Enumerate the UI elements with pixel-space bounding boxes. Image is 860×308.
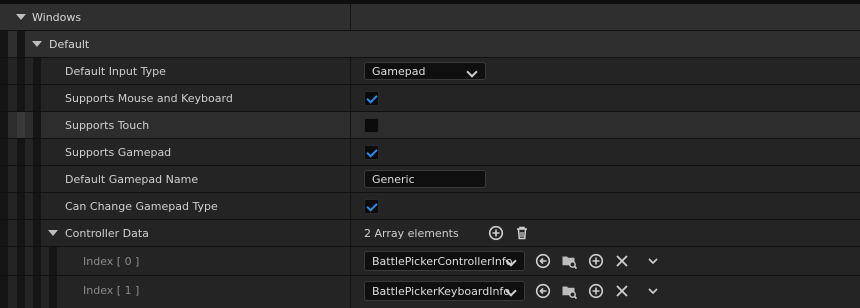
supports-gamepad-checkbox[interactable]: [364, 145, 379, 160]
remove-icon[interactable]: [613, 282, 631, 300]
property-label: Can Change Gamepad Type: [65, 200, 218, 213]
property-row-supports-touch: Supports Touch: [0, 111, 860, 138]
dropdown-value: BattlePickerControllerInfo: [372, 255, 513, 268]
column-divider[interactable]: [350, 193, 351, 219]
category-title: Default: [49, 38, 90, 51]
indent-rail: [17, 247, 25, 275]
indent-rail: [17, 58, 25, 84]
indent-rail: [33, 139, 41, 165]
indent-rail: [33, 58, 41, 84]
column-divider[interactable]: [350, 220, 351, 246]
collapse-arrow-icon[interactable]: [48, 230, 58, 236]
indent-rail: [17, 220, 25, 246]
indent-rail: [33, 193, 41, 219]
property-label: Controller Data: [65, 227, 149, 240]
column-divider[interactable]: [350, 247, 351, 275]
indent-rail: [0, 139, 8, 165]
delete-all-icon[interactable]: [513, 224, 531, 242]
default-input-type-dropdown[interactable]: Gamepad: [364, 62, 486, 80]
column-divider[interactable]: [350, 85, 351, 111]
indent-rail: [17, 166, 25, 192]
category-header-default[interactable]: Default: [0, 30, 860, 57]
indent-rail: [33, 85, 41, 111]
indent-rail: [17, 276, 25, 308]
indent-rail: [17, 112, 25, 138]
default-gamepad-name-input[interactable]: Generic: [364, 170, 486, 188]
property-row-supports-mouse-keyboard: Supports Mouse and Keyboard: [0, 84, 860, 111]
array-element-class-dropdown[interactable]: BattlePickerKeyboardInfo: [364, 281, 525, 301]
insert-icon[interactable]: [587, 252, 605, 270]
chevron-down-icon: [466, 66, 478, 78]
add-element-icon[interactable]: [487, 224, 505, 242]
array-element-row: Index [ 1 ] BattlePickerKeyboardInfo: [0, 275, 860, 308]
array-element-row: Index [ 0 ] BattlePickerControllerInfo: [0, 246, 860, 275]
dropdown-value: BattlePickerKeyboardInfo: [372, 285, 511, 298]
column-divider[interactable]: [350, 276, 351, 308]
property-label: Supports Gamepad: [65, 146, 172, 159]
indent-rail: [33, 276, 41, 308]
column-divider[interactable]: [350, 112, 351, 138]
property-row-controller-data[interactable]: Controller Data 2 Array elements: [0, 219, 860, 246]
browse-asset-icon[interactable]: [560, 282, 578, 300]
section-header-windows[interactable]: Windows: [0, 3, 860, 30]
insert-icon[interactable]: [587, 282, 605, 300]
indent-rail: [17, 193, 25, 219]
column-divider[interactable]: [350, 4, 351, 30]
property-label: Default Gamepad Name: [65, 173, 199, 186]
property-row-default-gamepad-name: Default Gamepad Name Generic: [0, 165, 860, 192]
indent-rail: [0, 112, 8, 138]
expand-chevron-icon[interactable]: [644, 282, 662, 300]
array-element-class-dropdown[interactable]: BattlePickerControllerInfo: [364, 251, 525, 271]
use-selected-icon[interactable]: [534, 252, 552, 270]
indent-rail: [49, 247, 57, 275]
collapse-arrow-icon[interactable]: [32, 41, 42, 47]
section-title: Windows: [32, 11, 82, 24]
array-index-label: Index [ 0 ]: [83, 255, 140, 268]
can-change-gamepad-type-checkbox[interactable]: [364, 199, 379, 214]
dropdown-value: Gamepad: [372, 65, 426, 78]
indent-rail: [0, 220, 8, 246]
input-value: Generic: [372, 173, 415, 186]
array-summary: 2 Array elements: [364, 227, 459, 240]
indent-rail: [33, 220, 41, 246]
indent-rail: [33, 247, 41, 275]
indent-rail: [17, 85, 25, 111]
indent-rail: [0, 166, 8, 192]
indent-rail: [0, 58, 8, 84]
indent-rail: [0, 247, 8, 275]
indent-rail: [49, 276, 57, 308]
supports-touch-checkbox[interactable]: [364, 118, 379, 133]
indent-rail: [17, 139, 25, 165]
column-divider[interactable]: [350, 166, 351, 192]
browse-asset-icon[interactable]: [560, 252, 578, 270]
supports-mouse-keyboard-checkbox[interactable]: [364, 91, 379, 106]
use-selected-icon[interactable]: [534, 282, 552, 300]
property-label: Supports Touch: [65, 119, 150, 132]
property-label: Default Input Type: [65, 65, 166, 78]
indent-rail: [0, 85, 8, 111]
indent-rail: [17, 31, 25, 57]
property-label: Supports Mouse and Keyboard: [65, 92, 233, 105]
property-row-supports-gamepad: Supports Gamepad: [0, 138, 860, 165]
property-row-default-input-type: Default Input Type Gamepad: [0, 57, 860, 84]
indent-rail: [0, 31, 8, 57]
column-divider[interactable]: [350, 139, 351, 165]
array-index-label: Index [ 1 ]: [83, 284, 140, 297]
indent-rail: [0, 276, 8, 308]
indent-rail: [0, 193, 8, 219]
expand-chevron-icon[interactable]: [644, 252, 662, 270]
property-row-can-change-gamepad-type: Can Change Gamepad Type: [0, 192, 860, 219]
column-divider[interactable]: [350, 58, 351, 84]
remove-icon[interactable]: [613, 252, 631, 270]
collapse-arrow-icon[interactable]: [16, 14, 26, 20]
indent-rail: [33, 166, 41, 192]
indent-rail: [33, 112, 41, 138]
